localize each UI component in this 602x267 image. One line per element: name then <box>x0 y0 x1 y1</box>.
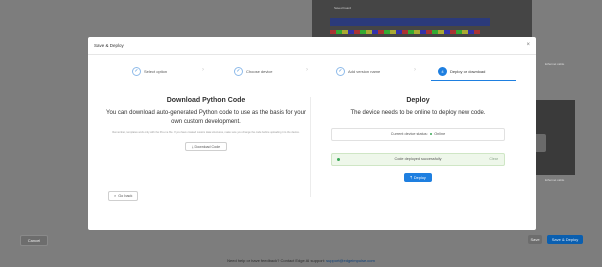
download-code-button[interactable]: ⤓ Download Code <box>184 142 228 152</box>
deploy-subtitle: The device needs to be online to deploy … <box>350 110 486 116</box>
step-label: Deploy or download <box>450 68 486 74</box>
chevron-right-icon: › <box>414 67 416 73</box>
deploy-success-alert: Code deployed successfully Clear <box>331 152 505 166</box>
download-subtitle: You can download auto-generated Python c… <box>106 110 306 125</box>
download-code-label: Download Code <box>194 144 221 149</box>
check-icon: ✓ <box>234 66 243 76</box>
check-icon: ✓ <box>336 66 345 76</box>
step-select-option[interactable]: ✓ Select option <box>132 65 167 77</box>
modal-title: Save & Deploy <box>94 43 124 48</box>
check-icon: ✓ <box>132 66 141 76</box>
close-icon[interactable]: × <box>526 42 530 48</box>
download-title: Download Python Code <box>166 97 246 104</box>
step-add-version-name[interactable]: ✓ Add version name <box>336 65 380 77</box>
deploy-button[interactable]: ⤒ Deploy <box>404 173 432 182</box>
go-back-button[interactable]: × Go back <box>108 191 139 201</box>
modal-header: Save & Deploy × <box>88 37 536 55</box>
download-fine-print: Remember, templates work only with the P… <box>112 131 300 134</box>
upload-icon: ⤒ <box>410 175 412 180</box>
deploy-title: Deploy <box>406 97 430 104</box>
photo-label: Saved board <box>334 6 352 10</box>
footer: Need help or have feedback? Contact Edge… <box>0 258 602 263</box>
chevron-right-icon: › <box>306 67 308 73</box>
deploy-label: Deploy <box>413 175 426 180</box>
success-dot-icon <box>337 157 340 161</box>
footer-text: Need help or have feedback? Contact Edge… <box>227 258 327 263</box>
step-label: Select option <box>144 68 168 74</box>
chevron-right-icon: › <box>202 67 204 73</box>
success-message: Code deployed successfully <box>394 157 442 161</box>
step-deploy-or-download[interactable]: 4 Deploy or download <box>438 65 485 77</box>
status-value: Online <box>434 132 446 136</box>
deploy-panel: Deploy The device needs to be online to … <box>318 97 518 184</box>
go-back-label: Go back <box>118 194 133 198</box>
status-label: Current device status: <box>390 132 428 136</box>
online-dot-icon <box>429 132 433 136</box>
save-deploy-button[interactable]: Save & Deploy <box>547 235 583 244</box>
stepper: ✓ Select option › ✓ Choose device › ✓ Ad… <box>88 65 536 85</box>
side-label-top: Ethernet cable <box>545 62 565 66</box>
save-deploy-modal: Save & Deploy × ✓ Select option › ✓ Choo… <box>88 37 536 230</box>
clear-button[interactable]: Clear <box>489 157 498 161</box>
step-label: Choose device <box>246 68 273 74</box>
step-label: Add version name <box>348 68 381 74</box>
column-divider <box>310 97 311 197</box>
support-email-link[interactable]: support@edgeimpulse.com <box>326 258 375 263</box>
device-status-box: Current device status: Online <box>331 127 505 141</box>
close-small-icon: × <box>114 194 117 198</box>
download-panel: Download Python Code You can download au… <box>106 97 306 153</box>
download-icon: ⤓ <box>191 144 194 149</box>
save-button[interactable]: Save <box>528 235 542 244</box>
active-step-indicator <box>431 80 516 81</box>
step-number: 4 <box>438 66 447 76</box>
cancel-button[interactable]: Cancel <box>20 235 48 246</box>
step-choose-device[interactable]: ✓ Choose device <box>234 65 272 77</box>
side-label-mid: Ethernet cable <box>545 178 565 182</box>
